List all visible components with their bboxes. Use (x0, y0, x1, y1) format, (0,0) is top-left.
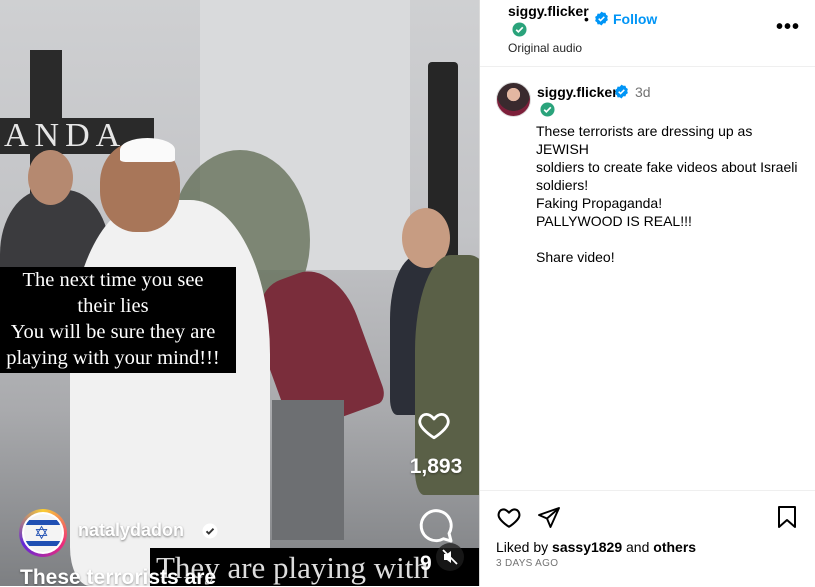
liked-by-others[interactable]: others (653, 539, 696, 555)
liked-by-user[interactable]: sassy1829 (552, 539, 622, 555)
post-date[interactable]: 3 DAYS AGO (496, 558, 558, 569)
verified-icon (202, 523, 218, 539)
verified-green-icon (512, 22, 527, 37)
verified-green-icon (540, 102, 555, 117)
share-icon[interactable] (537, 505, 561, 529)
video-like-count: 1,893 (409, 455, 463, 478)
comment-icon[interactable] (418, 508, 454, 544)
original-audio-link[interactable]: Original audio (508, 41, 582, 55)
caption-line: playing with your mind!!! (6, 347, 220, 369)
reel-video[interactable]: ANDA The next time you see their lies Yo… (0, 0, 479, 586)
save-bookmark-icon[interactable] (777, 505, 797, 529)
follow-button[interactable]: Follow (613, 11, 657, 27)
caption-text-line (536, 230, 806, 248)
like-heart-icon[interactable] (496, 505, 522, 529)
header-separator: • (584, 11, 589, 27)
caption-text-line: soldiers! (536, 177, 589, 193)
post-caption: These terrorists are dressing up as JEWI… (536, 122, 806, 266)
header-username[interactable]: siggy.flicker (508, 3, 589, 19)
post-username[interactable]: siggy.flicker (537, 84, 618, 100)
caption-text-line: Share video! (536, 249, 615, 265)
post-author-avatar[interactable] (496, 82, 531, 117)
heart-icon[interactable] (416, 408, 452, 442)
caption-text-line: Faking Propaganda! (536, 195, 663, 211)
caption-line: The next time you see (22, 269, 204, 291)
post-panel: siggy.flicker • Follow Original audio ••… (479, 0, 815, 586)
video-author-name[interactable]: natalydadon (78, 520, 184, 541)
caption-text-line: These terrorists are dressing up as JEWI… (536, 123, 753, 157)
israel-flag-icon: ✡ (24, 514, 62, 552)
caption-line: You will be sure they are (10, 321, 216, 343)
video-person-kippah (120, 138, 175, 162)
post-actions: Liked by sassy1829 and others 3 DAYS AGO (480, 490, 815, 587)
mute-icon[interactable] (436, 543, 464, 571)
author-avatar[interactable]: ✡ (19, 509, 67, 557)
post-header: siggy.flicker • Follow Original audio ••… (480, 0, 815, 67)
video-comment-count: 9 (420, 552, 432, 575)
video-caption-preview[interactable]: These terrorists are (20, 566, 216, 586)
caption-line: their lies (77, 295, 149, 317)
caption-text-line: PALLYWOOD IS REAL!!! (536, 213, 692, 229)
caption-text-line: soldiers to create fake videos about Isr… (536, 159, 798, 175)
video-person-legs (272, 400, 344, 540)
liked-by-text: Liked by sassy1829 and others (496, 539, 696, 555)
verified-badge-icon (615, 84, 628, 99)
liked-by-and: and (626, 539, 650, 555)
more-options-icon[interactable]: ••• (776, 16, 800, 39)
video-overlay-caption: The next time you see their lies You wil… (0, 267, 236, 373)
verified-badge-icon (595, 11, 608, 26)
video-person-head (28, 150, 73, 205)
post-timestamp[interactable]: 3d (635, 84, 651, 100)
liked-by-prefix: Liked by (496, 539, 549, 555)
